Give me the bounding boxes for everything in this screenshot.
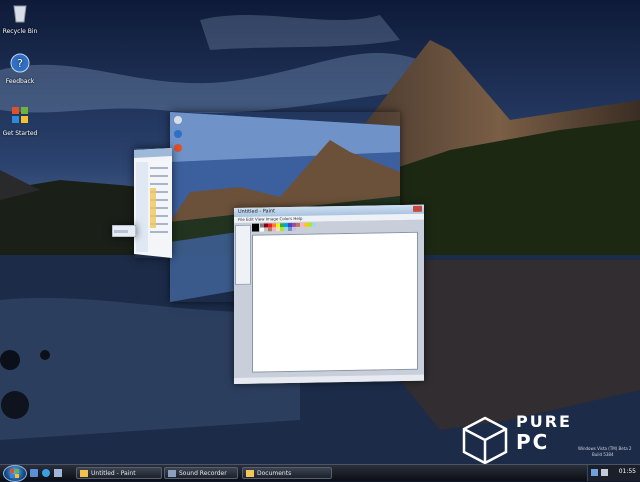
flip3d-window-sound-recorder[interactable]: [112, 225, 136, 237]
taskbar-button-sound-recorder[interactable]: Sound Recorder: [164, 467, 238, 479]
show-desktop-icon[interactable]: [30, 469, 38, 477]
desktop-icon-recycle-bin[interactable]: Recycle Bin: [0, 2, 40, 35]
purepc-logo-icon: [462, 416, 508, 464]
paint-toolbox[interactable]: [235, 224, 251, 285]
clock[interactable]: 01:55: [619, 468, 636, 475]
paint-canvas[interactable]: [252, 231, 418, 373]
internet-explorer-icon[interactable]: [42, 469, 50, 477]
quick-launch[interactable]: [30, 468, 72, 478]
taskbar-button-documents[interactable]: Documents: [242, 467, 332, 479]
taskbar-button-label: Untitled - Paint: [91, 470, 136, 477]
desktop-icon-label: Recycle Bin: [2, 28, 38, 35]
paint-workspace: [234, 219, 424, 378]
flip3d-window-documents[interactable]: [134, 148, 172, 258]
desktop-icon-feedback[interactable]: ? Feedback: [0, 52, 40, 85]
close-icon[interactable]: [413, 205, 422, 212]
desktop-icon-get-started[interactable]: Get Started: [0, 104, 40, 137]
svg-text:?: ?: [17, 57, 23, 70]
network-icon[interactable]: [591, 469, 598, 476]
system-tray: 01:55: [587, 465, 640, 481]
flip3d-window-paint[interactable]: Untitled - Paint File Edit View Image Co…: [234, 204, 424, 384]
recycle-bin-icon: [13, 5, 27, 23]
build-line-1: Windows Vista (TM) Beta 2: [578, 446, 632, 451]
paint-title: Untitled - Paint: [238, 208, 276, 215]
taskbar: Untitled - Paint Sound Recorder Document…: [0, 464, 640, 481]
paint-icon: [80, 470, 88, 477]
taskbar-button-label: Documents: [257, 470, 292, 477]
watermark-brand-bottom: PC: [516, 430, 550, 454]
purepc-watermark: PURE PC Windows Vista (TM) Beta 2 Build …: [462, 412, 632, 464]
windows-flag-icon: [12, 107, 28, 123]
switch-windows-icon[interactable]: [54, 469, 62, 477]
watermark-brand-top: PURE: [516, 412, 572, 431]
desktop-icon-label: Get Started: [2, 130, 38, 137]
folder-icon: [246, 470, 254, 477]
taskbar-button-paint[interactable]: Untitled - Paint: [76, 467, 162, 479]
build-line-2: Build 5384: [592, 452, 614, 457]
taskbar-button-label: Sound Recorder: [179, 470, 227, 477]
paint-color-palette[interactable]: [252, 222, 322, 232]
windows-flag-icon: [10, 469, 19, 478]
volume-icon[interactable]: [601, 469, 608, 476]
desktop-icon-label: Feedback: [5, 78, 35, 85]
feedback-icon: ?: [10, 53, 30, 73]
start-button[interactable]: [3, 465, 27, 482]
microphone-icon: [168, 470, 176, 477]
